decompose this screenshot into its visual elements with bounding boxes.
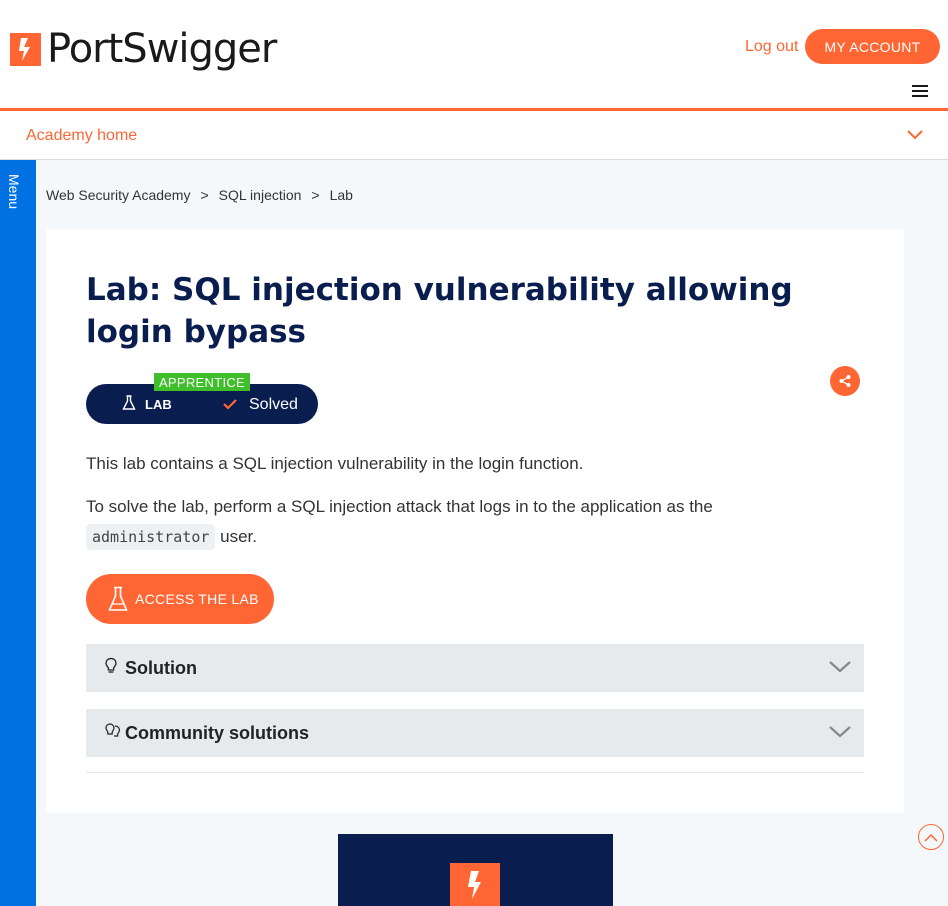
- page-title: Lab: SQL injection vulnerability allowin…: [86, 272, 793, 350]
- solution-accordion[interactable]: Solution: [86, 644, 864, 692]
- access-lab-button[interactable]: ACCESS THE LAB: [86, 574, 274, 624]
- lightbulb-icon: [105, 657, 117, 673]
- username-code: administrator: [86, 524, 216, 550]
- lab-objective-tail: user.: [220, 527, 257, 546]
- chevron-down-icon: [829, 726, 851, 738]
- solution-label: Solution: [125, 658, 197, 678]
- breadcrumb-item[interactable]: Lab: [330, 187, 353, 203]
- flask-icon: [108, 586, 128, 611]
- portswigger-logo[interactable]: PortSwigger: [10, 26, 277, 72]
- breadcrumb-item[interactable]: Web Security Academy: [46, 187, 190, 203]
- community-icon: [105, 723, 121, 737]
- community-solutions-label: Community solutions: [125, 723, 309, 743]
- community-solutions-accordion[interactable]: Community solutions: [86, 709, 864, 757]
- chevron-down-icon: [829, 661, 851, 673]
- academy-home-link[interactable]: Academy home: [26, 127, 137, 145]
- share-icon: [839, 375, 851, 387]
- breadcrumb-separator: >: [200, 187, 209, 203]
- portswigger-logo-icon: [450, 863, 500, 906]
- flask-icon: [122, 395, 136, 410]
- checkmark-icon: [223, 399, 237, 410]
- breadcrumb-item[interactable]: SQL injection: [219, 187, 302, 203]
- chevron-up-icon: [924, 833, 938, 842]
- scroll-to-top-button[interactable]: [918, 824, 944, 850]
- lab-description: This lab contains a SQL injection vulner…: [86, 454, 584, 473]
- side-menu-toggle[interactable]: [0, 160, 36, 906]
- my-account-button[interactable]: MY ACCOUNT: [805, 29, 940, 64]
- breadcrumb-separator: >: [311, 187, 320, 203]
- brand-name: PortSwigger: [47, 26, 277, 72]
- chevron-down-icon[interactable]: [906, 129, 924, 141]
- level-badge: APPRENTICE: [154, 373, 250, 391]
- site-header: PortSwigger Log out MY ACCOUNT: [0, 0, 948, 109]
- access-lab-label: ACCESS THE LAB: [135, 591, 259, 607]
- lab-objective-text: To solve the lab, perform a SQL injectio…: [86, 497, 713, 516]
- section-divider: [86, 772, 864, 773]
- side-menu-label[interactable]: Menu: [6, 174, 22, 209]
- hamburger-menu-icon[interactable]: [912, 85, 928, 99]
- breadcrumb: Web Security Academy > SQL injection > L…: [46, 187, 353, 203]
- lab-objective: To solve the lab, perform a SQL injectio…: [86, 492, 786, 552]
- share-button[interactable]: [830, 366, 860, 396]
- promo-banner[interactable]: [338, 834, 613, 906]
- academy-bar[interactable]: Academy home: [0, 111, 948, 160]
- lab-type-label: LAB: [145, 397, 172, 412]
- portswigger-logo-icon: [10, 32, 41, 66]
- solved-status: Solved: [249, 396, 298, 413]
- logout-link[interactable]: Log out: [745, 38, 798, 56]
